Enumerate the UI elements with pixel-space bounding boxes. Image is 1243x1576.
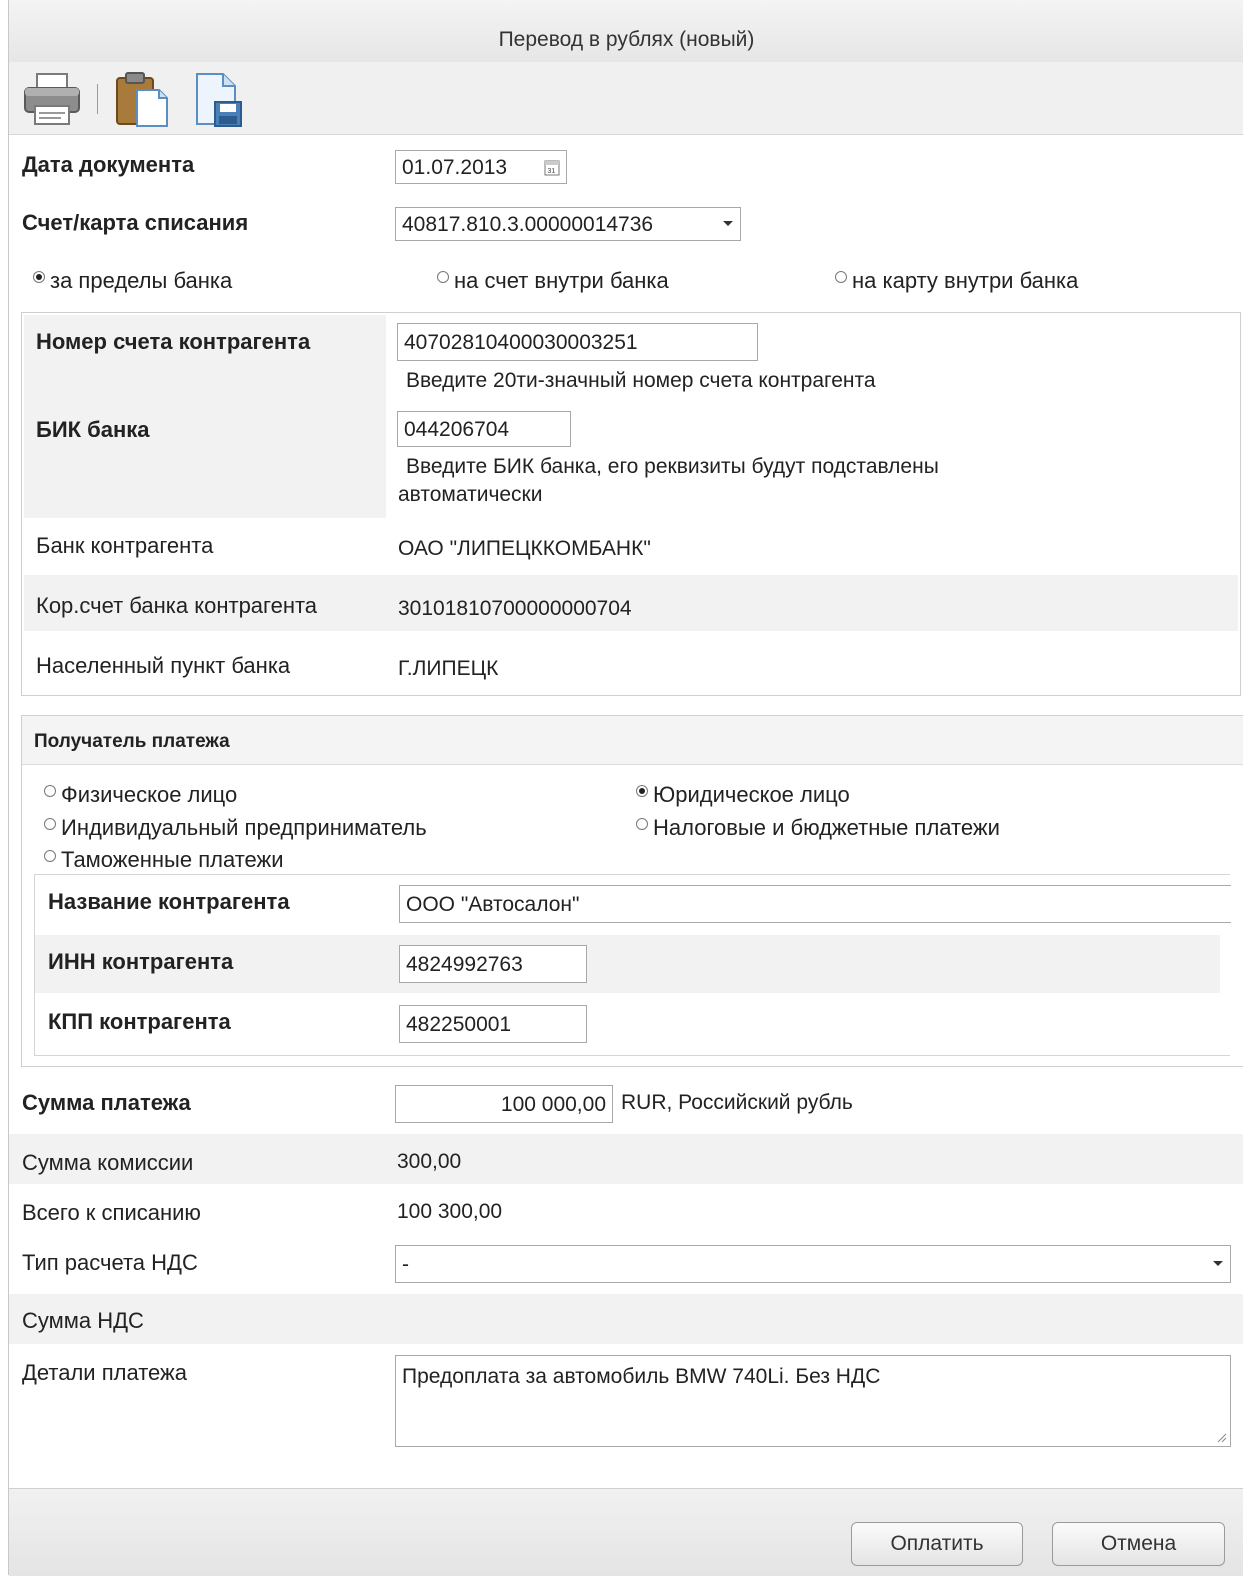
chevron-down-icon [1213, 1261, 1223, 1266]
fee-label: Сумма комиссии [22, 1150, 194, 1175]
kpp-label: КПП контрагента [48, 1009, 231, 1034]
account-label: Счет/карта списания [22, 210, 249, 235]
transfer-type-outside-bank[interactable]: за пределы банка [33, 268, 232, 294]
vat-type-select[interactable]: - [395, 1245, 1231, 1283]
recipient-type-customs[interactable]: Таможенные платежи [44, 847, 284, 873]
inn-input[interactable]: 4824992763 [399, 945, 587, 983]
fee-row-bg [9, 1134, 1243, 1184]
bank-name-value: ОАО "ЛИПЕЦККОМБАНК" [398, 537, 651, 560]
svg-text:31: 31 [548, 168, 556, 175]
recipient-section-title: Получатель платежа [34, 731, 230, 752]
cancel-button[interactable]: Отмена [1052, 1522, 1225, 1566]
counterparty-name-input[interactable]: ООО "Автосалон" [399, 885, 1231, 923]
recipient-type-tax[interactable]: Налоговые и бюджетные платежи [636, 815, 1000, 841]
account-select[interactable]: 40817.810.3.00000014736 [395, 207, 741, 241]
dialog-title: Перевод в рублях (новый) [9, 0, 1243, 63]
recipient-type-label: Налоговые и бюджетные платежи [653, 815, 1000, 840]
radio-outside-bank[interactable] [33, 271, 45, 283]
account-value: 40817.810.3.00000014736 [402, 212, 654, 236]
bik-hint-line-2: автоматически [398, 483, 543, 506]
bik-hint-line-1: Введите БИК банка, его реквизиты будут п… [406, 455, 939, 478]
total-value: 100 300,00 [397, 1200, 503, 1223]
amount-label: Сумма платежа [22, 1090, 191, 1115]
details-textarea[interactable]: Предоплата за автомобиль BMW 740Li. Без … [395, 1355, 1231, 1447]
doc-date-label: Дата документа [22, 152, 195, 177]
amount-input[interactable]: 100 000,00 [395, 1085, 613, 1123]
clipboard-icon[interactable] [113, 70, 171, 128]
toolbar [9, 62, 1243, 135]
recipient-type-label: Таможенные платежи [61, 847, 284, 872]
printer-icon[interactable] [21, 70, 83, 128]
radio-entrepreneur[interactable] [44, 818, 56, 830]
toolbar-separator [97, 84, 98, 114]
fee-value: 300,00 [397, 1150, 462, 1173]
calendar-icon[interactable]: 31 [544, 158, 560, 176]
recipient-type-individual[interactable]: Физическое лицо [44, 782, 237, 808]
details-value: Предоплата за автомобиль BMW 740Li. Без … [402, 1365, 881, 1388]
transfer-type-label: за пределы банка [50, 268, 233, 293]
recipient-fields-box: Название контрагента ООО "Автосалон" ИНН… [34, 874, 1231, 1056]
recipient-type-entrepreneur[interactable]: Индивидуальный предприниматель [44, 815, 427, 841]
bank-details-panel: Номер счета контрагента 4070281040003000… [21, 312, 1241, 696]
save-document-icon[interactable] [189, 70, 247, 128]
bank-name-label: Банк контрагента [36, 533, 214, 558]
radio-account-inside[interactable] [437, 271, 449, 283]
doc-date-value: 01.07.2013 [402, 155, 508, 179]
currency-label: RUR, Российский рубль [621, 1091, 853, 1114]
vat-sum-label: Сумма НДС [22, 1308, 144, 1333]
counterparty-name-label: Название контрагента [48, 889, 290, 914]
corr-account-value: 30101810700000000704 [398, 597, 632, 620]
radio-tax[interactable] [636, 818, 648, 830]
recipient-type-legal[interactable]: Юридическое лицо [636, 782, 850, 808]
radio-customs[interactable] [44, 850, 56, 862]
recipient-panel: Получатель платежа Физическое лицо Юриди… [21, 715, 1243, 1067]
radio-legal[interactable] [636, 785, 648, 797]
doc-date-input[interactable]: 01.07.2013 31 [395, 150, 567, 184]
kpp-input[interactable]: 482250001 [399, 1005, 587, 1043]
inn-label: ИНН контрагента [48, 949, 234, 974]
transfer-type-label: на карту внутри банка [852, 268, 1079, 293]
details-label: Детали платежа [22, 1360, 187, 1385]
transfer-type-label: на счет внутри банка [454, 268, 669, 293]
counterparty-account-label: Номер счета контрагента [36, 329, 311, 354]
vat-type-value: - [402, 1252, 409, 1276]
bank-city-value: Г.ЛИПЕЦК [398, 657, 499, 680]
radio-individual[interactable] [44, 785, 56, 797]
corr-account-label: Кор.счет банка контрагента [36, 593, 318, 618]
bik-label: БИК банка [36, 417, 150, 442]
payment-dialog: Перевод в рублях (новый) Дата документа … [8, 0, 1243, 1576]
resize-handle-icon[interactable] [1217, 1433, 1227, 1443]
counterparty-account-input[interactable]: 40702810400030003251 [397, 323, 758, 361]
radio-card-inside[interactable] [835, 271, 847, 283]
transfer-type-account-inside[interactable]: на счет внутри банка [437, 268, 669, 294]
transfer-type-card-inside[interactable]: на карту внутри банка [835, 268, 1078, 294]
pay-button[interactable]: Оплатить [851, 1522, 1023, 1566]
bank-city-label: Населенный пункт банка [36, 653, 291, 678]
vat-type-label: Тип расчета НДС [22, 1250, 198, 1275]
chevron-down-icon [723, 221, 733, 226]
counterparty-account-hint: Введите 20ти-значный номер счета контраг… [406, 369, 876, 392]
total-label: Всего к списанию [22, 1200, 201, 1225]
recipient-type-label: Юридическое лицо [653, 782, 850, 807]
bik-input[interactable]: 044206704 [397, 411, 571, 447]
vat-sum-row-bg [9, 1294, 1243, 1344]
recipient-type-label: Физическое лицо [61, 782, 238, 807]
recipient-type-label: Индивидуальный предприниматель [61, 815, 427, 840]
